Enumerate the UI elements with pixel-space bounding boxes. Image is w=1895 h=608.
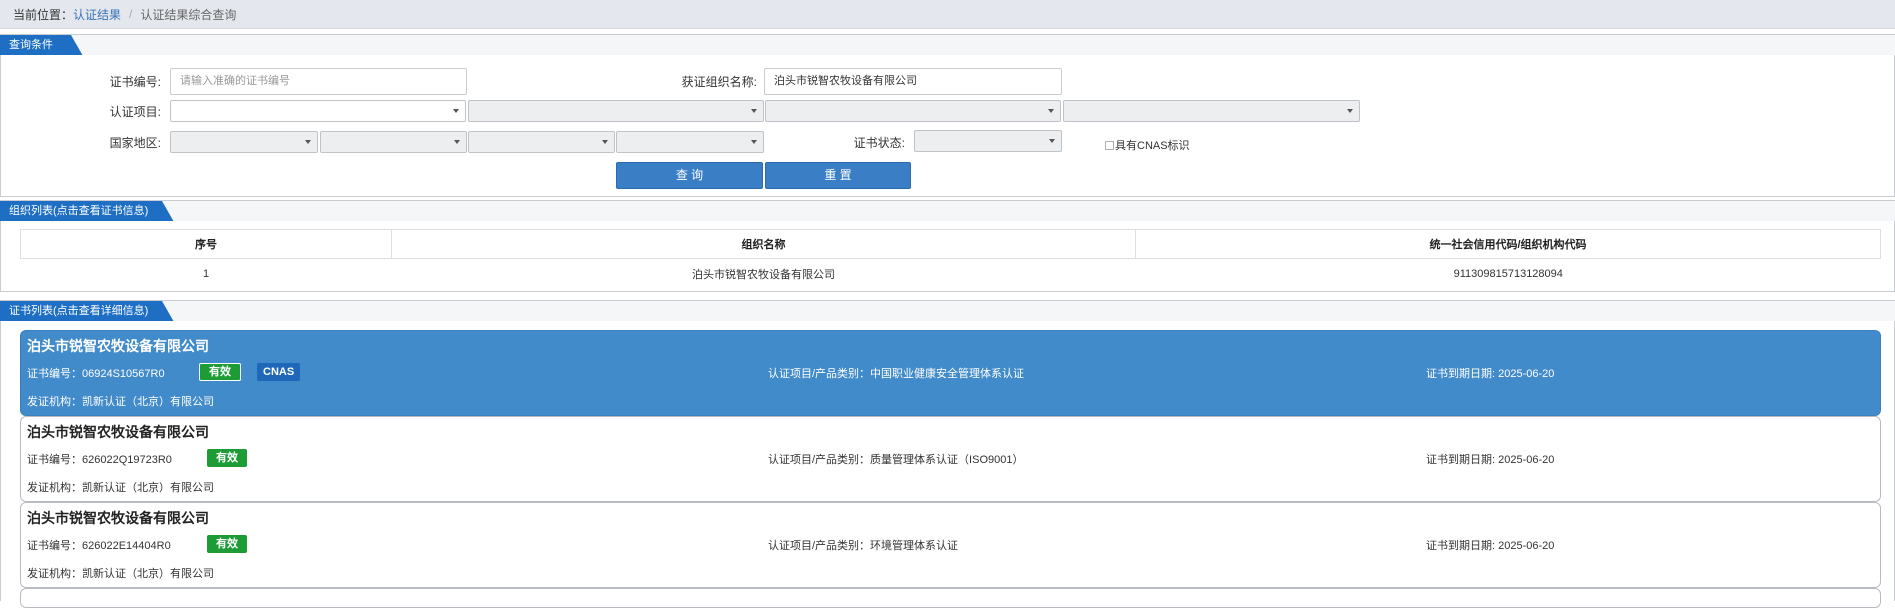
cert-card[interactable]: 泊头市锐智农牧设备有限公司 证书编号：626022Q19723R0 有效 认证项… bbox=[20, 416, 1881, 502]
chevron-down-icon bbox=[602, 140, 608, 144]
query-section-title: 查询条件 bbox=[0, 35, 83, 56]
status-badge: 有效 bbox=[207, 449, 247, 467]
breadcrumb-prefix: 当前位置： bbox=[13, 7, 74, 22]
breadcrumb-separator: / bbox=[129, 7, 133, 21]
region-select-1[interactable] bbox=[170, 131, 318, 153]
region-select-2[interactable] bbox=[320, 131, 467, 153]
status-badge: 有效 bbox=[207, 535, 247, 553]
cert-card[interactable]: 泊头市锐智农牧设备有限公司 证书编号：06924S10567R0 有效 CNAS… bbox=[20, 330, 1881, 416]
region-label: 国家地区: bbox=[109, 136, 161, 150]
chevron-down-icon bbox=[453, 109, 459, 113]
cert-org-name: 泊头市锐智农牧设备有限公司 bbox=[27, 510, 209, 526]
col-header-org-name: 组织名称 bbox=[391, 229, 1136, 259]
chevron-down-icon bbox=[1347, 109, 1353, 113]
cert-project: 认证项目/产品类别：质量管理体系认证（ISO9001） bbox=[768, 454, 1024, 466]
reset-button[interactable]: 重 置 bbox=[765, 162, 911, 189]
cert-org-name: 泊头市锐智农牧设备有限公司 bbox=[27, 338, 209, 354]
org-list-section-title: 组织列表(点击查看证书信息) bbox=[0, 201, 175, 222]
cnas-checkbox[interactable] bbox=[1105, 140, 1114, 150]
cert-card[interactable]: 泊头市锐智农牧设备有限公司 证书编号：626022E14404R0 有效 认证项… bbox=[20, 502, 1881, 588]
table-row[interactable]: 1 泊头市锐智农牧设备有限公司 911309815713128094 bbox=[20, 258, 1881, 289]
cert-number: 证书编号：626022E14404R0 bbox=[27, 540, 171, 552]
cert-project: 认证项目/产品类别：环境管理体系认证 bbox=[768, 540, 959, 552]
cert-project: 认证项目/产品类别：中国职业健康安全管理体系认证 bbox=[768, 368, 1025, 380]
cert-expiry: 证书到期日期: 2025-06-20 bbox=[1426, 368, 1555, 380]
cert-number: 证书编号：06924S10567R0 bbox=[27, 368, 165, 380]
cell-org-name: 泊头市锐智农牧设备有限公司 bbox=[391, 258, 1136, 289]
col-header-credit-code: 统一社会信用代码/组织机构代码 bbox=[1135, 229, 1881, 259]
cnas-checkbox-wrap[interactable]: 具有CNAS标识 bbox=[1105, 137, 1190, 153]
project-label: 认证项目: bbox=[109, 105, 161, 119]
chevron-down-icon bbox=[1049, 139, 1055, 143]
project-select-3[interactable] bbox=[765, 100, 1061, 122]
status-badge: 有效 bbox=[199, 363, 241, 381]
org-table: 序号 组织名称 统一社会信用代码/组织机构代码 1 泊头市锐智农牧设备有限公司 … bbox=[20, 229, 1881, 289]
region-select-4[interactable] bbox=[616, 131, 764, 153]
status-label: 证书状态: bbox=[853, 136, 905, 150]
cert-expiry: 证书到期日期: 2025-06-20 bbox=[1426, 454, 1555, 466]
org-table-header: 序号 组织名称 统一社会信用代码/组织机构代码 bbox=[20, 229, 1881, 259]
search-button[interactable]: 查 询 bbox=[616, 162, 763, 189]
org-name-input[interactable]: 泊头市锐智农牧设备有限公司 bbox=[764, 68, 1062, 95]
cert-expiry: 证书到期日期: 2025-06-20 bbox=[1426, 540, 1555, 552]
cell-credit-code: 911309815713128094 bbox=[1135, 258, 1881, 289]
cnas-badge: CNAS bbox=[257, 363, 301, 381]
cert-org-name: 泊头市锐智农牧设备有限公司 bbox=[27, 424, 209, 440]
cert-issuer: 发证机构：凯新认证（北京）有限公司 bbox=[27, 568, 214, 580]
region-select-3[interactable] bbox=[468, 131, 615, 153]
project-select-1[interactable] bbox=[170, 100, 466, 122]
cert-list-section-title: 证书列表(点击查看详细信息) bbox=[0, 301, 175, 322]
col-header-index: 序号 bbox=[20, 229, 392, 259]
chevron-down-icon bbox=[305, 140, 311, 144]
cert-no-input[interactable]: 请输入准确的证书编号 bbox=[170, 68, 467, 95]
query-section-header: 查询条件 bbox=[0, 34, 1895, 56]
cell-index: 1 bbox=[20, 258, 392, 289]
cnas-checkbox-label: 具有CNAS标识 bbox=[1115, 140, 1190, 152]
chevron-down-icon bbox=[751, 140, 757, 144]
query-panel: 证书编号: 请输入准确的证书编号 获证组织名称: 泊头市锐智农牧设备有限公司 认… bbox=[0, 55, 1895, 197]
project-select-4[interactable] bbox=[1063, 100, 1360, 122]
cert-no-label: 证书编号: bbox=[109, 75, 161, 89]
breadcrumb-current: 认证结果综合查询 bbox=[140, 7, 237, 22]
status-select[interactable] bbox=[914, 130, 1062, 152]
org-list-section-header: 组织列表(点击查看证书信息) bbox=[0, 200, 1895, 222]
chevron-down-icon bbox=[454, 140, 460, 144]
breadcrumb-link-results[interactable]: 认证结果 bbox=[73, 6, 121, 23]
cert-issuer: 发证机构：凯新认证（北京）有限公司 bbox=[27, 482, 214, 494]
chevron-down-icon bbox=[751, 109, 757, 113]
cert-list-section-header: 证书列表(点击查看详细信息) bbox=[0, 300, 1895, 322]
cert-number: 证书编号：626022Q19723R0 bbox=[27, 454, 172, 466]
cert-issuer: 发证机构：凯新认证（北京）有限公司 bbox=[27, 396, 214, 408]
cert-card[interactable] bbox=[20, 588, 1881, 608]
project-select-2[interactable] bbox=[468, 100, 764, 122]
chevron-down-icon bbox=[1048, 109, 1054, 113]
breadcrumb: 当前位置： 认证结果 / 认证结果综合查询 bbox=[0, 0, 1895, 29]
org-name-label: 获证组织名称: bbox=[681, 75, 757, 89]
